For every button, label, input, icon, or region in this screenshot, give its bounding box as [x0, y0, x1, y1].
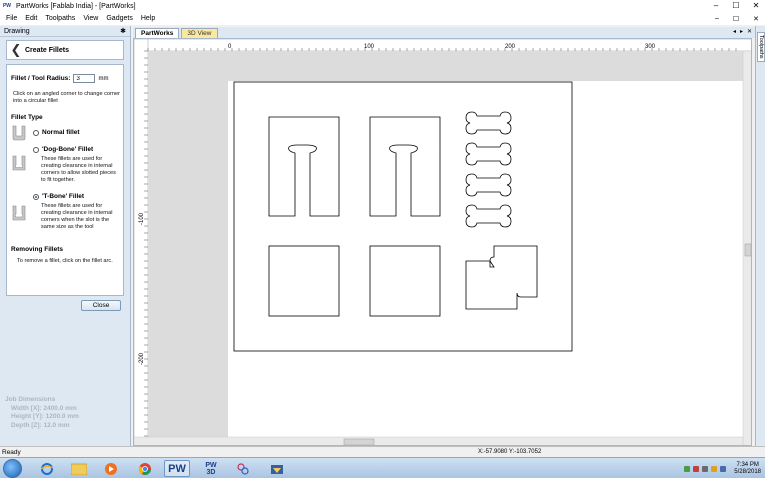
toolpaths-tab[interactable]: Toolpaths [757, 32, 765, 62]
panel-header-label: Drawing [4, 27, 30, 35]
doc-minimize-button[interactable]: – [715, 15, 719, 22]
menu-gadgets[interactable]: Gadgets [106, 15, 132, 22]
job-depth: Depth [Z]: 12.0 mm [11, 421, 70, 429]
menu-help[interactable]: Help [141, 15, 155, 22]
page-title: Create Fillets [25, 46, 69, 54]
clock[interactable]: 7:34 PM 5/28/2018 [734, 462, 761, 476]
radius-label: Fillet / Tool Radius: [11, 75, 71, 82]
radius-unit: mm [98, 75, 109, 82]
ruler-left-label-100: -100 [139, 212, 145, 225]
drawing-canvas[interactable]: 0 100 200 300 -100 -200 [134, 39, 752, 446]
ruler-left-label-200: -200 [139, 352, 145, 365]
job-dimensions-title: Job Dimensions [5, 396, 56, 403]
window-title: PartWorks [Fablab India] - [PartWorks] [16, 2, 136, 10]
app-icon[interactable] [264, 460, 290, 477]
dogbone-fillet-option[interactable]: 'Dog-Bone' Fillet [33, 146, 93, 153]
dogbone-fillet-radio[interactable] [33, 146, 39, 153]
menu-toolpaths[interactable]: Toolpaths [45, 15, 75, 22]
menu-file[interactable]: File [6, 15, 17, 22]
clock-time: 7:34 PM [736, 461, 759, 468]
tab-3d-view[interactable]: 3D View [181, 28, 218, 38]
doc-restore-button[interactable]: ☐ [733, 15, 739, 23]
tbone-fillet-label: 'T-Bone' Fillet [42, 193, 85, 200]
view-tabs: PartWorks 3D View ◂ ▸ ✕ [133, 27, 755, 38]
chrome-icon[interactable] [132, 460, 158, 477]
back-arrow-icon[interactable]: ❮ [7, 42, 25, 58]
tab-scroll-right-icon[interactable]: ▸ [740, 28, 743, 35]
job-width: Width [X]: 2400.0 mm [11, 404, 77, 412]
ruler-top-label-200: 200 [505, 44, 516, 50]
menu-edit[interactable]: Edit [25, 15, 37, 22]
tbone-fillet-option[interactable]: 'T-Bone' Fillet [33, 193, 84, 200]
vertical-scroll-thumb [744, 243, 751, 257]
radius-hint: Click on an angled corner to change corn… [13, 91, 120, 104]
explorer-icon[interactable] [66, 460, 92, 477]
fillet-type-label: Fillet Type [11, 114, 43, 121]
close-window-button[interactable]: ✕ [751, 1, 761, 10]
panel-header: Drawing [0, 26, 130, 37]
pin-icon[interactable]: ✱ [120, 27, 126, 35]
fillet-form: Fillet / Tool Radius: mm Click on an ang… [6, 64, 124, 296]
tbone-fillet-icon [12, 205, 26, 221]
media-player-icon[interactable] [98, 460, 124, 477]
minimize-button[interactable]: – [711, 1, 721, 10]
radius-input[interactable] [73, 74, 96, 83]
maximize-button[interactable]: ☐ [731, 1, 741, 10]
tray-network-icon[interactable] [702, 465, 709, 472]
tab-close-icon[interactable]: ✕ [747, 28, 752, 35]
job-height: Height [Y]: 1200.0 mm [11, 413, 79, 420]
tray-volume-icon[interactable] [720, 465, 727, 472]
partworks-3d-icon[interactable]: PW 3D [198, 460, 224, 477]
create-fillets-header: ❮ Create Fillets [6, 40, 124, 60]
menu-bar: File Edit Toolpaths View Gadgets Help – … [0, 12, 765, 25]
paint-icon[interactable] [230, 460, 256, 477]
drawing-panel: Drawing ✱ ❮ Create Fillets Fillet / Tool… [0, 26, 131, 446]
status-bar: Ready X:-57.9080 Y:-103.7052 [0, 446, 765, 457]
normal-fillet-icon [12, 125, 26, 141]
cursor-coordinates: X:-57.9080 Y:-103.7052 [478, 449, 542, 455]
dogbone-fillet-label: 'Dog-Bone' Fillet [42, 146, 94, 153]
tbone-description: These fillets are used for creating clea… [41, 203, 113, 230]
start-button[interactable] [3, 459, 22, 478]
dogbone-description: These fillets are used for creating clea… [41, 156, 116, 183]
tab-partworks[interactable]: PartWorks [135, 28, 180, 38]
drawing-viewport[interactable]: 0 100 200 300 -100 -200 [133, 38, 752, 446]
job-dimensions: Job Dimensions Width [X]: 2400.0 mm Heig… [5, 396, 79, 430]
app-logo-icon: PW [2, 3, 12, 9]
close-button[interactable]: Close [81, 300, 121, 311]
normal-fillet-option[interactable]: Normal fillet [33, 129, 80, 136]
normal-fillet-radio[interactable] [33, 129, 39, 136]
removing-fillets-label: Removing Fillets [11, 246, 64, 253]
pw3d-bottom-label: 3D [206, 468, 216, 476]
dogbone-fillet-icon [12, 155, 26, 171]
tray-flag-icon[interactable] [711, 465, 718, 472]
toolpaths-side-panel: Toolpaths [755, 26, 765, 446]
material-sheet [233, 81, 573, 352]
partworks-taskbar-button[interactable]: PW [164, 460, 190, 477]
menu-view[interactable]: View [83, 15, 98, 22]
taskbar: PW PW 3D 7:34 PM 5/28/2018 [0, 457, 765, 478]
ruler-top-label-300: 300 [645, 44, 656, 50]
system-tray: 7:34 PM 5/28/2018 [684, 459, 761, 478]
title-bar: PW PartWorks [Fablab India] - [PartWorks… [0, 0, 765, 12]
clock-date: 5/28/2018 [734, 468, 761, 475]
tray-security-icon[interactable] [693, 465, 700, 472]
removing-fillets-desc: To remove a fillet, click on the fillet … [17, 258, 113, 264]
ruler-top-label-100: 100 [364, 44, 375, 50]
doc-close-button[interactable]: ✕ [753, 15, 759, 23]
status-text: Ready [2, 448, 21, 456]
normal-fillet-label: Normal fillet [42, 129, 80, 136]
pw3d-top-label: PW [205, 461, 217, 469]
tab-scroll-left-icon[interactable]: ◂ [733, 28, 736, 35]
horizontal-scroll-thumb [343, 438, 375, 445]
tbone-fillet-radio[interactable] [33, 193, 39, 200]
ie-icon[interactable] [34, 460, 60, 477]
tray-app-icon[interactable] [684, 465, 691, 472]
